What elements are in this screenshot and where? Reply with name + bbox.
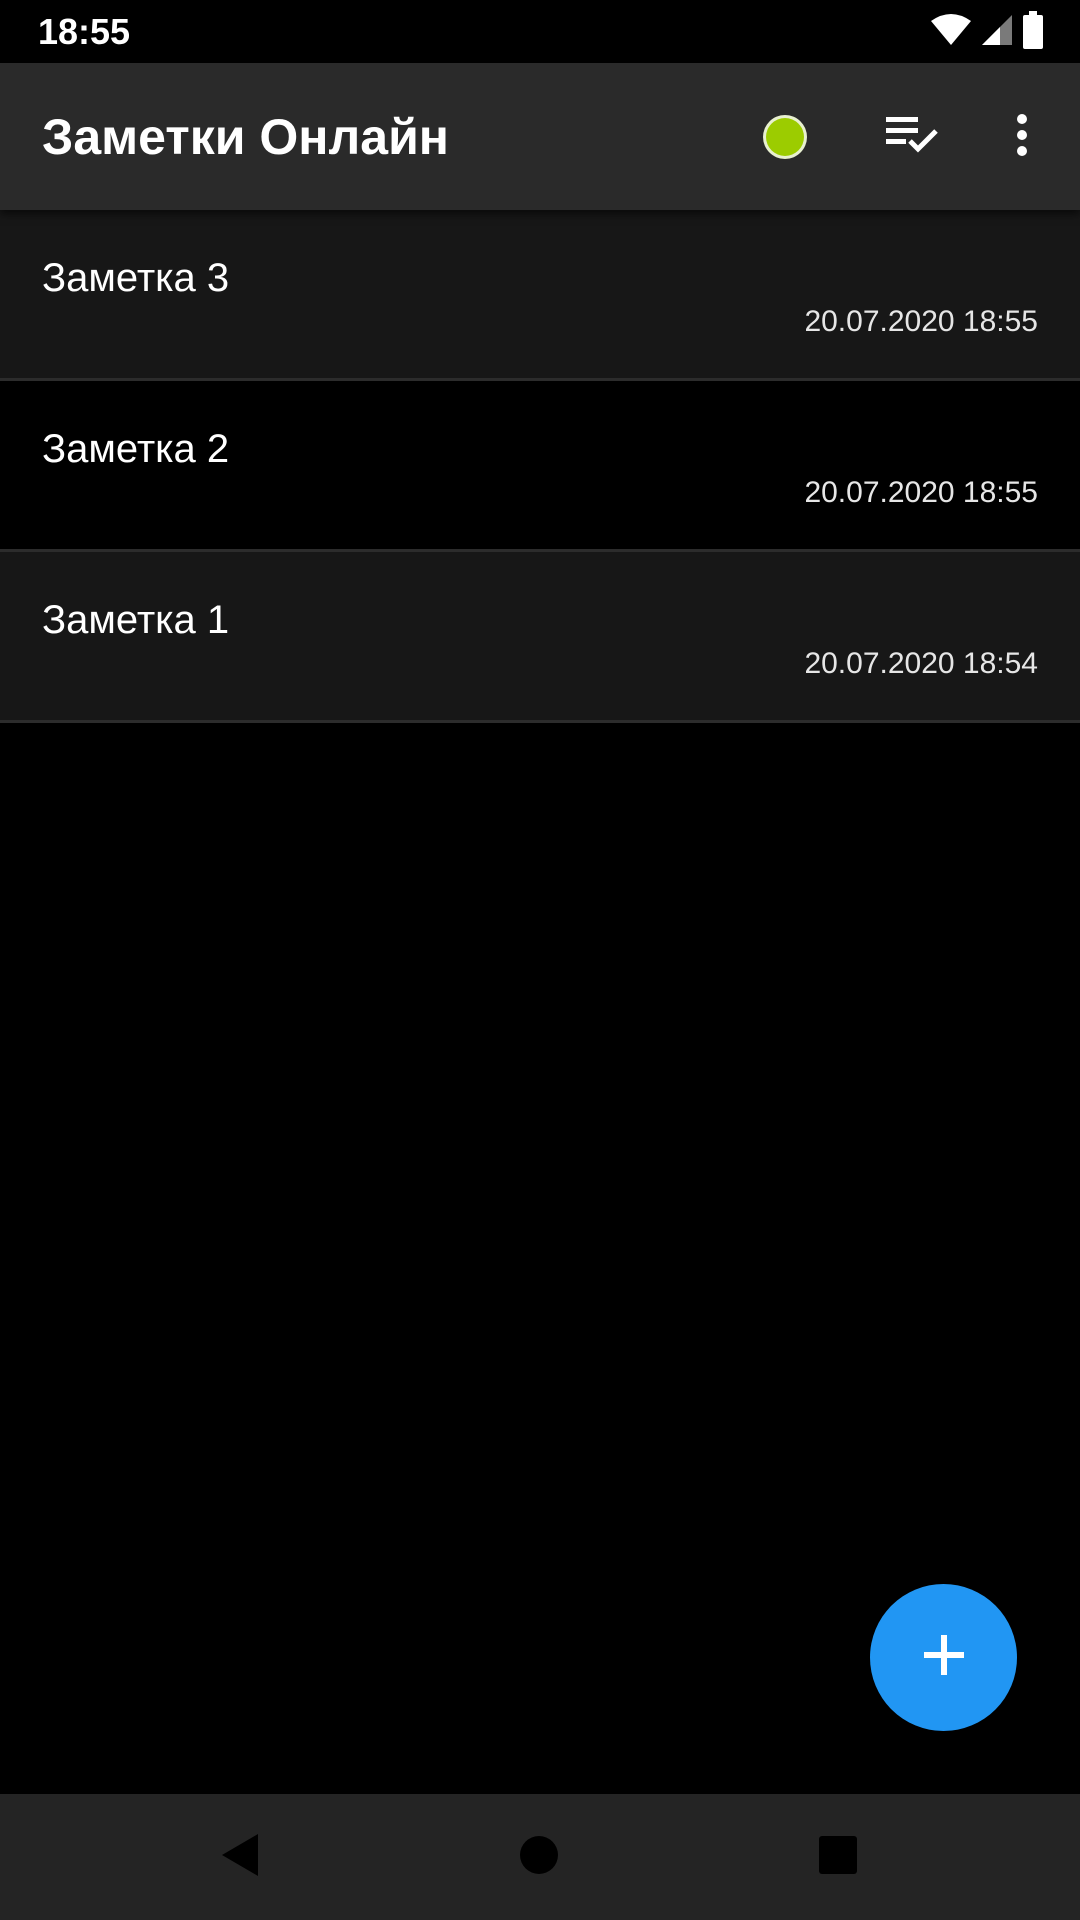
status-bar: 18:55 (0, 0, 1080, 63)
recents-button[interactable] (808, 1827, 868, 1887)
note-list-item[interactable]: Заметка 2 20.07.2020 18:55 (0, 381, 1080, 552)
note-title: Заметка 3 (42, 256, 230, 300)
note-date: 20.07.2020 18:55 (804, 476, 1038, 509)
note-title: Заметка 2 (42, 427, 230, 471)
status-icons (930, 10, 1044, 54)
app-title: Заметки Онлайн (42, 109, 450, 165)
home-button[interactable] (509, 1827, 569, 1887)
recents-icon (818, 1835, 858, 1880)
cellular-signal-icon (980, 13, 1014, 52)
note-date: 20.07.2020 18:54 (804, 647, 1038, 680)
notes-list: Заметка 3 20.07.2020 18:55 Заметка 2 20.… (0, 210, 1080, 723)
select-notes-button[interactable] (876, 101, 948, 173)
app-bar: Заметки Онлайн (0, 63, 1080, 210)
wifi-icon (930, 13, 972, 52)
back-button[interactable] (210, 1827, 270, 1887)
status-time: 18:55 (38, 11, 131, 52)
system-navigation-bar (0, 1794, 1080, 1920)
home-icon (519, 1835, 559, 1880)
add-note-button[interactable] (870, 1584, 1017, 1731)
note-date: 20.07.2020 18:55 (804, 305, 1038, 338)
sync-status-dot[interactable] (766, 118, 804, 156)
note-list-item[interactable]: Заметка 3 20.07.2020 18:55 (0, 210, 1080, 381)
more-vert-icon (1016, 113, 1028, 162)
plus-icon (922, 1633, 966, 1682)
checklist-icon (884, 113, 940, 162)
note-title: Заметка 1 (42, 598, 230, 642)
note-list-item[interactable]: Заметка 1 20.07.2020 18:54 (0, 552, 1080, 723)
more-options-button[interactable] (986, 101, 1058, 173)
battery-icon (1022, 10, 1044, 54)
back-icon (220, 1832, 260, 1883)
screen: 18:55 Заметки Онлайн Заметка 3 20.07.202… (0, 0, 1080, 1920)
